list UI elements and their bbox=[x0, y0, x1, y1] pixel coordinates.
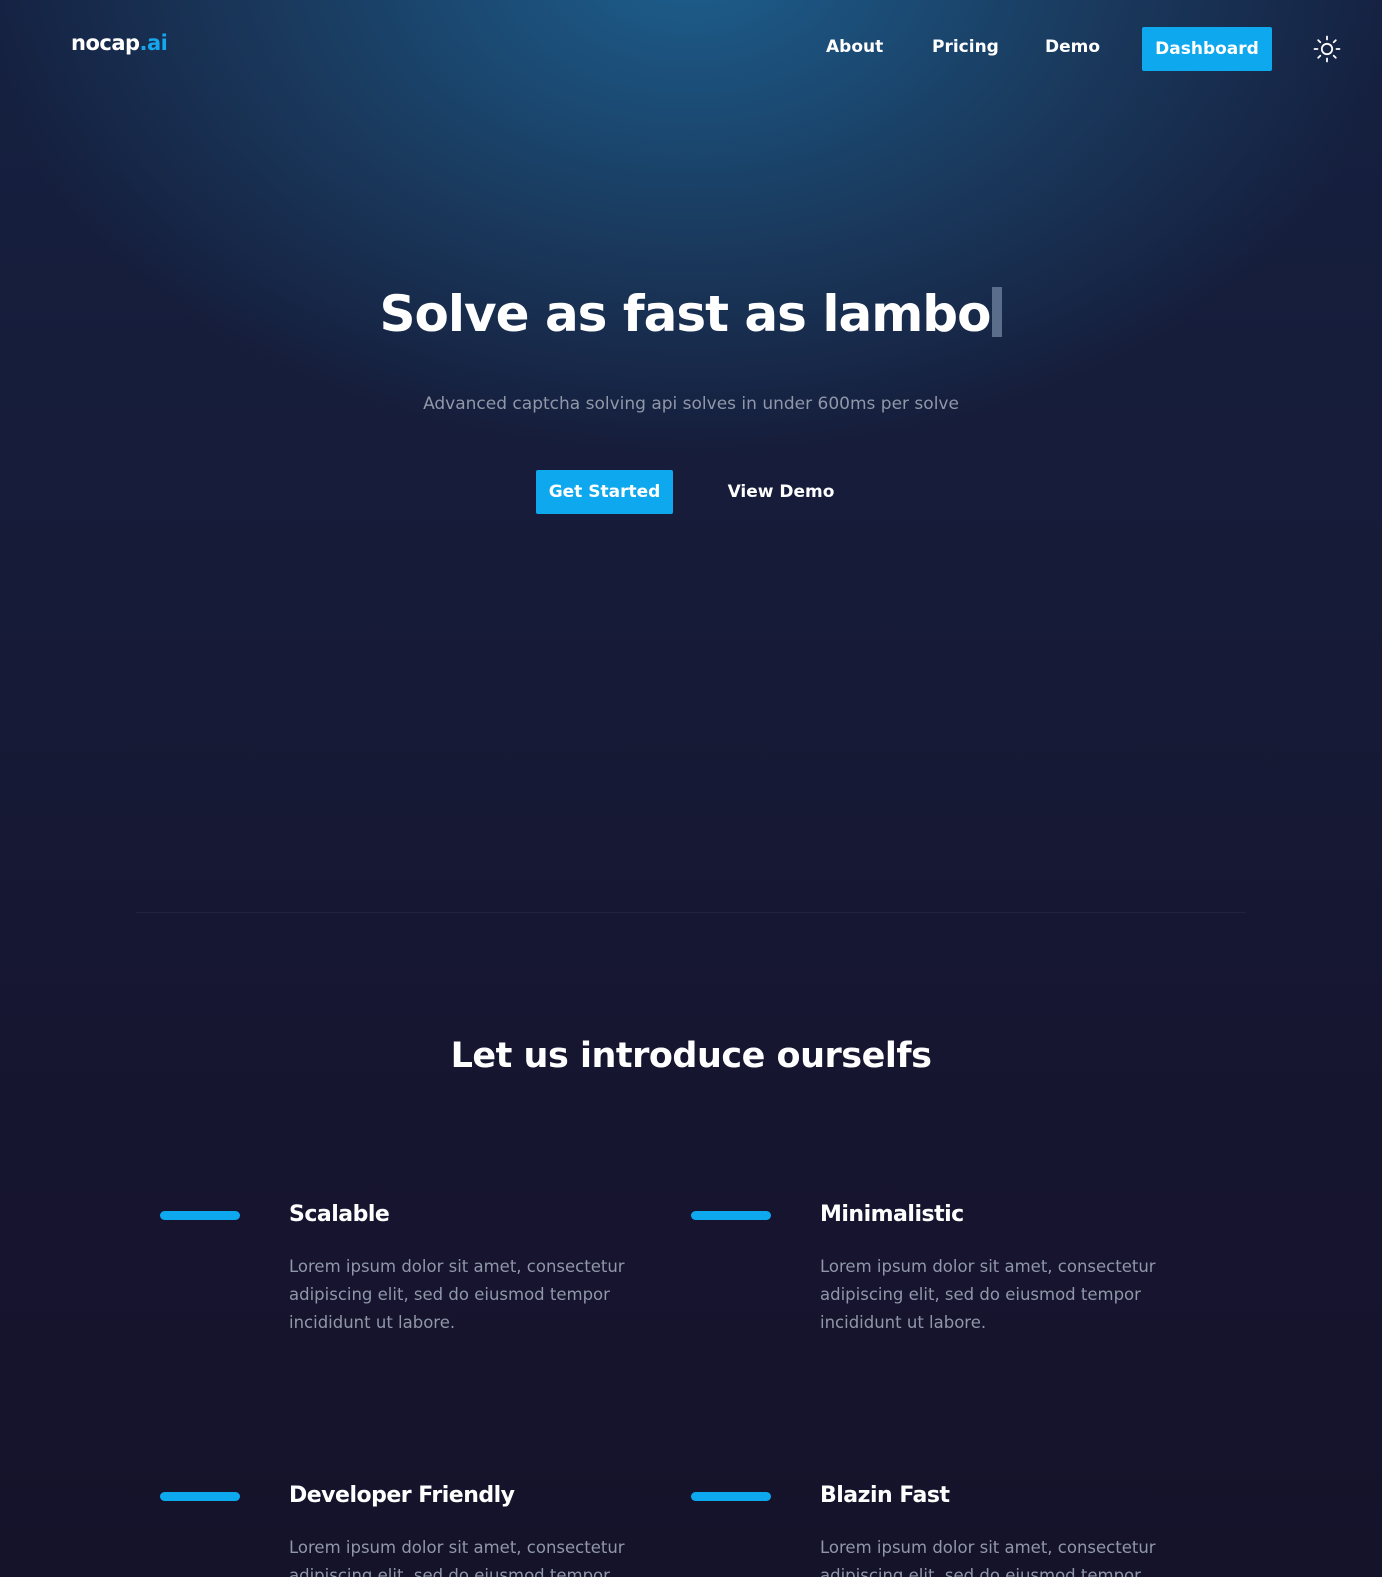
view-demo-button[interactable]: View Demo bbox=[716, 470, 846, 514]
dashboard-button[interactable]: Dashboard bbox=[1142, 27, 1272, 71]
nav-link-pricing[interactable]: Pricing bbox=[932, 37, 999, 57]
logo[interactable]: nocap.ai bbox=[71, 31, 168, 55]
feature-accent-bar bbox=[160, 1492, 240, 1501]
intro-title: Let us introduce ourselfs bbox=[450, 1036, 932, 1076]
feature-description: Lorem ipsum dolor sit amet, consectetur … bbox=[289, 1257, 625, 1332]
hero-title-text: Solve as fast as lambo bbox=[379, 285, 992, 343]
nav-link-demo[interactable]: Demo bbox=[1045, 37, 1100, 57]
hero-title: Solve as fast as lambo bbox=[0, 285, 1382, 343]
feature-accent-bar bbox=[691, 1492, 771, 1501]
section-divider bbox=[136, 912, 1246, 913]
nav-link-about[interactable]: About bbox=[826, 37, 883, 57]
feature-title: Minimalistic bbox=[820, 1202, 964, 1227]
feature-accent-bar bbox=[691, 1211, 771, 1220]
logo-accent: .ai bbox=[139, 31, 168, 55]
sun-icon[interactable] bbox=[1313, 35, 1341, 63]
hero-subtitle: Advanced captcha solving api solves in u… bbox=[423, 394, 959, 414]
get-started-button[interactable]: Get Started bbox=[536, 470, 673, 514]
typing-cursor bbox=[992, 287, 1003, 337]
feature-description: Lorem ipsum dolor sit amet, consectetur … bbox=[820, 1538, 1156, 1577]
top-nav: nocap.ai About Pricing Demo Dashboard bbox=[0, 0, 1382, 98]
landing-page: nocap.ai About Pricing Demo Dashboard So… bbox=[0, 0, 1382, 1577]
feature-description: Lorem ipsum dolor sit amet, consectetur … bbox=[820, 1257, 1156, 1332]
feature-accent-bar bbox=[160, 1211, 240, 1220]
feature-description: Lorem ipsum dolor sit amet, consectetur … bbox=[289, 1538, 625, 1577]
feature-title: Developer Friendly bbox=[289, 1483, 515, 1508]
feature-title: Scalable bbox=[289, 1202, 390, 1227]
feature-title: Blazin Fast bbox=[820, 1483, 950, 1508]
logo-main: nocap bbox=[71, 31, 140, 55]
